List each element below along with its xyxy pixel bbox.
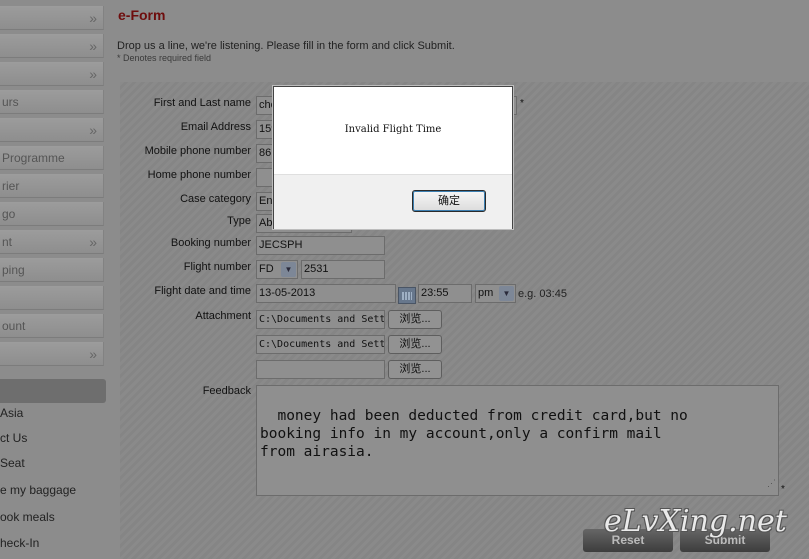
chevron-down-icon: ▼ [281,262,296,277]
label-booking: Booking number [170,237,251,249]
sidebar-item-3[interactable]: » [0,62,104,86]
label-flight: Flight number [183,261,251,273]
dialog-footer: 确定 [274,174,512,229]
label-home: Home phone number [147,169,251,181]
sidebar-item-7[interactable]: rier [0,174,104,198]
dialog-message: Invalid Flight Time [344,124,442,135]
chevron-down-icon: ▼ [499,286,514,301]
feedback-textarea[interactable]: money had been deducted from credit card… [256,385,779,496]
type-value: Ab [259,217,273,229]
sidebar-item-label: ount [2,319,26,333]
sidebar-item-8[interactable]: go [0,202,104,226]
attachment-2-input[interactable]: C:\Documents and Sett [256,335,385,354]
ok-button[interactable]: 确定 [412,190,486,212]
attachment-1-input[interactable]: C:\Documents and Sett [256,310,385,329]
label-date: Flight date and time [154,285,251,297]
sidebar-link-meals[interactable]: ook meals [0,510,55,524]
sidebar-item-12[interactable]: ount [0,314,104,338]
chevron-right-icon: » [89,122,97,138]
sidebar-item-label: urs [2,95,19,109]
sidebar-link-seat[interactable]: Seat [0,456,25,470]
required-note: * Denotes required field [117,53,212,63]
sidebar-item-2[interactable]: » [0,34,104,58]
required-mark: * [520,98,524,109]
sidebar-link-asia[interactable]: Asia [0,406,23,420]
chevron-right-icon: » [89,66,97,82]
chevron-right-icon: » [89,10,97,26]
ampm-value: pm [478,287,494,299]
watermark: eLvXing.net [604,504,787,539]
flight-date-input[interactable]: 13-05-2013 [256,284,396,303]
page-title: e-Form [118,7,166,23]
flight-number-input[interactable]: 2531 [301,260,385,279]
attachment-3-input[interactable] [256,360,385,379]
required-mark: * [781,484,785,495]
label-case: Case category [180,193,251,205]
resize-handle-icon[interactable]: ⋰ [767,475,776,493]
sidebar-item-label: ping [2,263,25,277]
intro-text: Drop us a line, we're listening. Please … [117,40,455,52]
chevron-right-icon: » [89,346,97,362]
sidebar-item-label: nt [2,235,13,249]
feedback-text: money had been deducted from credit card… [260,408,688,460]
sidebar-link-checkin[interactable]: heck-In [0,536,39,550]
browse-button-3[interactable]: 浏览... [388,360,442,379]
alert-dialog: Invalid Flight Time 确定 [273,86,513,229]
flight-prefix-select[interactable]: FD ▼ [256,260,298,279]
sidebar-item-label: rier [2,179,20,193]
sidebar-item-5[interactable]: » [0,118,104,142]
sidebar-item-10[interactable]: ping [0,258,104,282]
label-type: Type [227,215,251,227]
booking-number-input[interactable]: JECSPH [256,236,385,255]
flight-prefix-value: FD [259,263,274,275]
sidebar-item-4[interactable]: urs [0,90,104,114]
sidebar-item-13[interactable]: » [0,342,104,366]
chevron-right-icon: » [89,38,97,54]
sidebar-link-contact[interactable]: ct Us [0,431,27,445]
sidebar-link-baggage[interactable]: e my baggage [0,483,76,497]
sidebar-item-label: Programme [2,151,65,165]
chevron-right-icon: » [89,234,97,250]
label-attachment: Attachment [195,310,251,322]
browse-button-2[interactable]: 浏览... [388,335,442,354]
sidebar-item-1[interactable]: » [0,6,104,30]
sidebar-item-label: go [2,207,16,221]
calendar-icon[interactable] [398,287,416,304]
flight-time-input[interactable]: 23:55 [418,284,472,303]
label-mobile: Mobile phone number [144,145,251,157]
browse-button-1[interactable]: 浏览... [388,310,442,329]
sidebar: » » » urs » Programme rier go nt » ping o… [0,0,106,559]
label-feedback: Feedback [202,385,251,397]
sidebar-section-header [0,379,106,403]
sidebar-item-11[interactable] [0,286,104,310]
label-name: First and Last name [153,97,251,109]
label-email: Email Address [180,121,251,133]
sidebar-item-6[interactable]: Programme [0,146,104,170]
sidebar-item-9[interactable]: nt » [0,230,104,254]
ampm-select[interactable]: pm ▼ [475,284,516,303]
time-format-hint: e.g. 03:45 [518,288,567,300]
